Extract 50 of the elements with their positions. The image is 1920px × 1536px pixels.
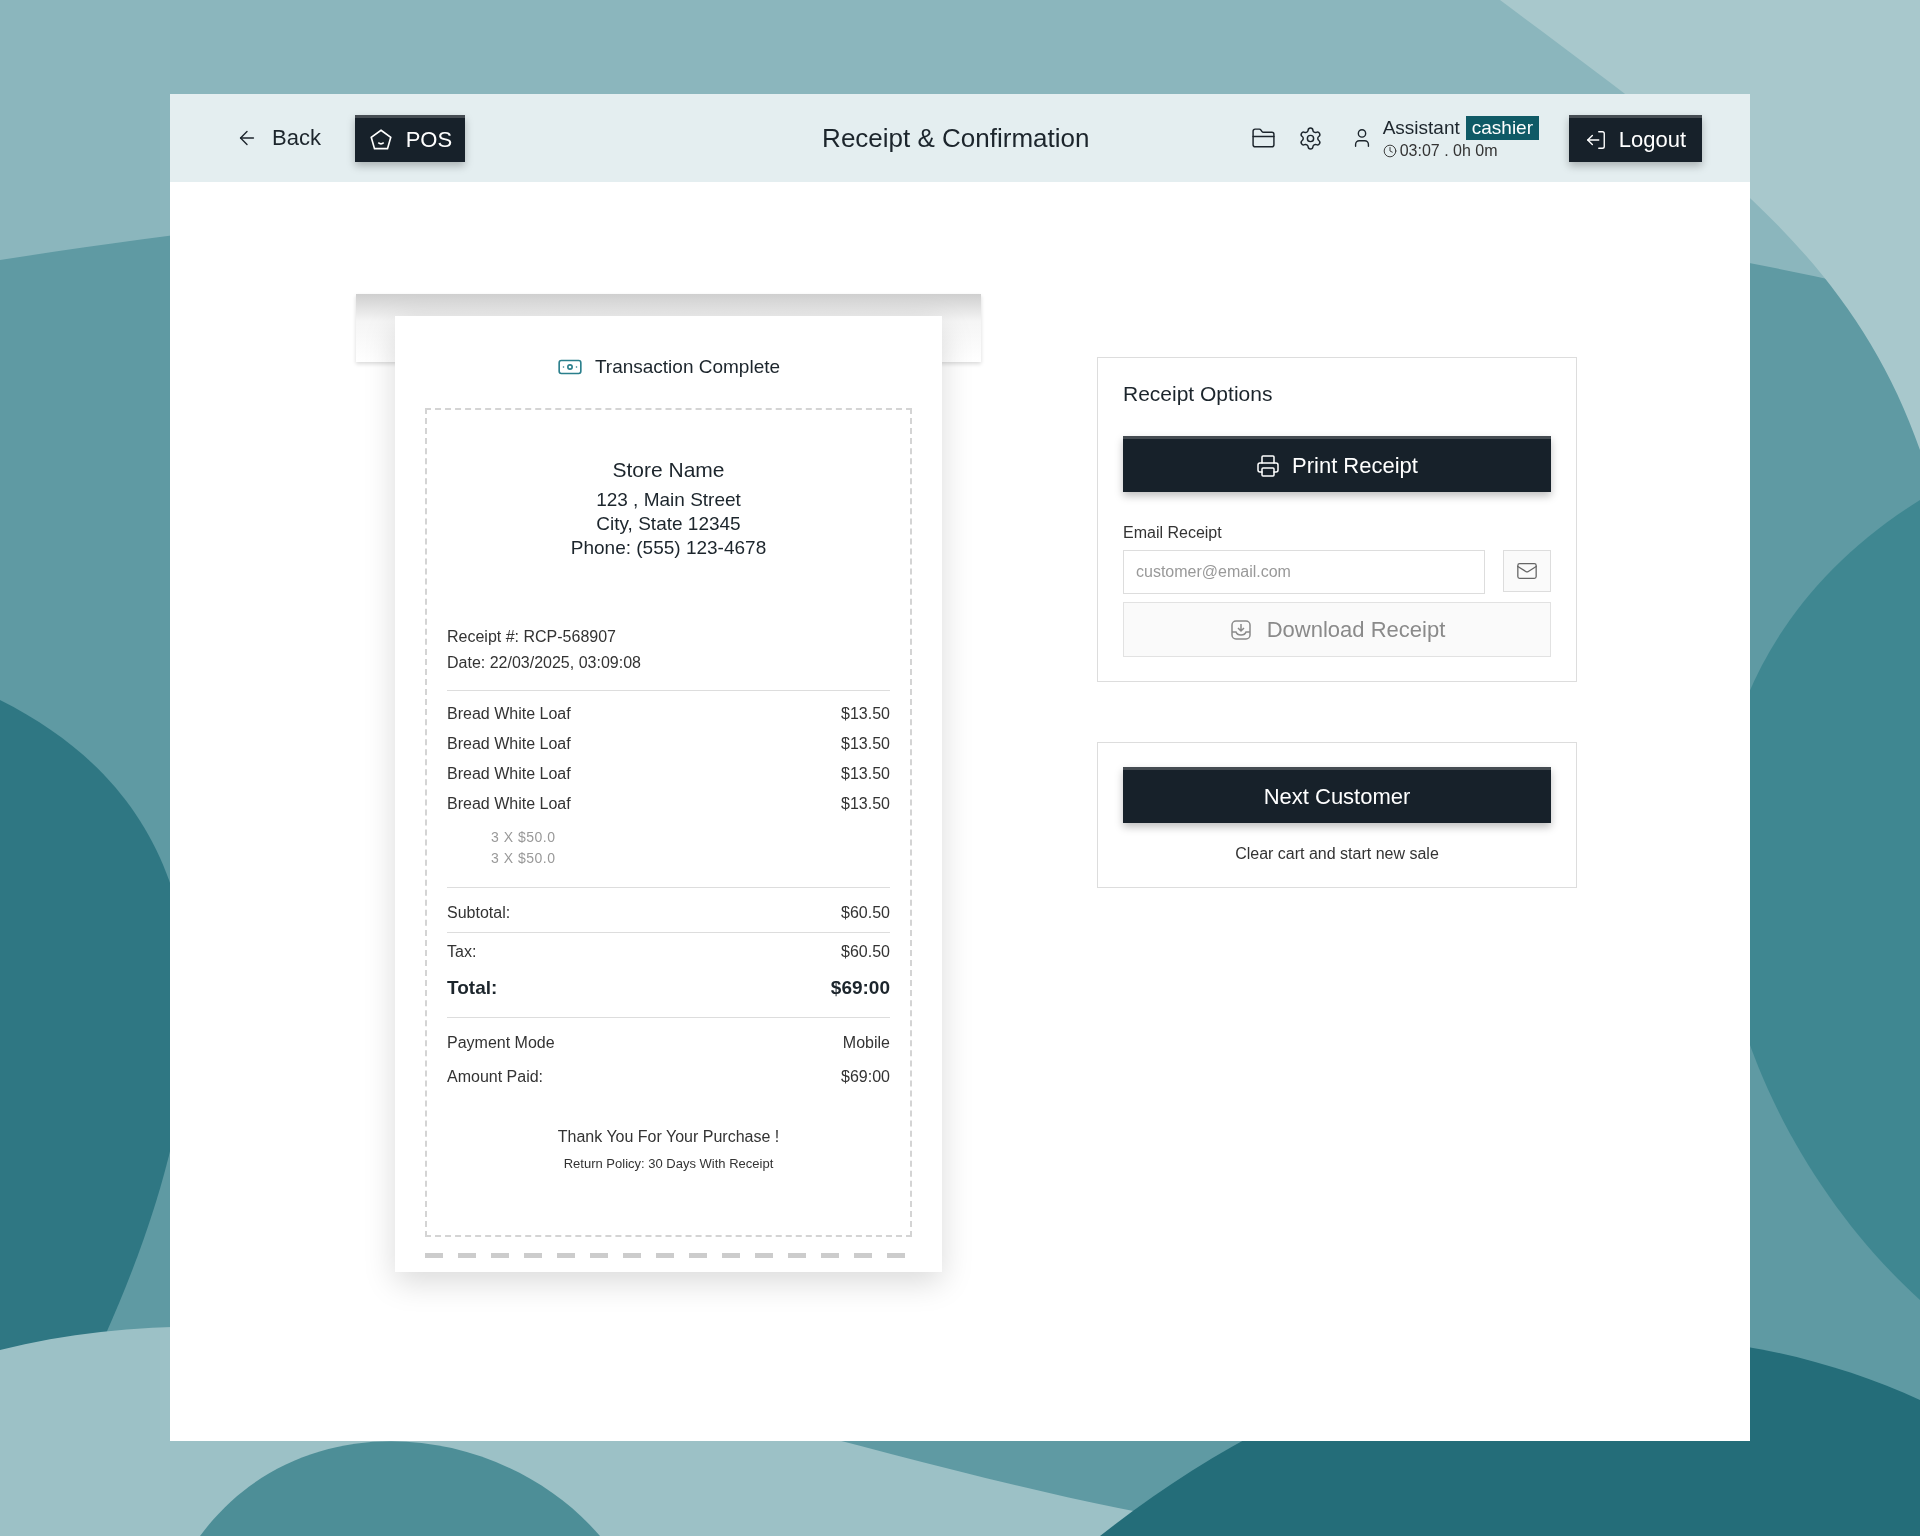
total-value: $69:00 xyxy=(830,976,890,1000)
thank-you-text: Thank You For Your Purchase ! xyxy=(556,1128,781,1146)
printer-icon xyxy=(1256,453,1280,478)
receipt-info: Receipt #: RCP-568907 xyxy=(447,627,617,647)
item-name: Bread White Loaf xyxy=(447,704,571,724)
receipt-info: Date: 22/03/2025, 03:09:08 xyxy=(447,653,642,673)
store-name: Store Name xyxy=(611,458,726,482)
return-policy: Return Policy: 30 Days With Receipt xyxy=(562,1156,775,1171)
item-name: Bread White Loaf xyxy=(447,764,571,784)
settings-icon xyxy=(1297,125,1323,151)
store-address: 123 , Main Street xyxy=(595,488,742,512)
payment-label: Payment Mode xyxy=(447,1033,555,1053)
user-name: Assistant xyxy=(1382,117,1460,139)
total-label: Tax: xyxy=(447,942,477,962)
payment-value: Mobile xyxy=(842,1033,890,1053)
logout-button[interactable]: Logout xyxy=(1569,114,1702,162)
session-time: 03:07 . 0h 0m xyxy=(1399,142,1498,160)
item-name: Bread White Loaf xyxy=(447,734,571,754)
total-value: $60.50 xyxy=(841,903,890,923)
folder-icon xyxy=(1250,125,1276,151)
total-label: Total: xyxy=(447,976,498,1000)
payment-value: $69:00 xyxy=(841,1067,890,1087)
total-value: $60.50 xyxy=(841,942,890,962)
print-button[interactable]: Print Receipt xyxy=(1123,436,1551,492)
email-field[interactable]: customer@email.com xyxy=(1123,550,1485,594)
item-price: $13.50 xyxy=(841,794,890,814)
card-title: Receipt Options xyxy=(1123,382,1274,406)
mail-icon xyxy=(1516,560,1538,582)
page-title: Receipt & Confirmation xyxy=(821,122,1091,154)
clock-icon xyxy=(1382,144,1397,158)
item-price: $13.50 xyxy=(841,734,890,754)
send-email-button[interactable] xyxy=(1503,550,1551,592)
store-address: City, State 12345 xyxy=(595,512,742,536)
role-badge: cashier xyxy=(1465,116,1539,140)
item-price: $13.50 xyxy=(841,764,890,784)
back-link[interactable]: Back xyxy=(232,119,325,157)
pos-button[interactable]: POS xyxy=(354,114,465,162)
logout-icon xyxy=(1584,128,1607,151)
next-customer-button[interactable]: Next Customer xyxy=(1123,767,1551,823)
status-text: Transaction Complete xyxy=(594,356,781,378)
total-label: Subtotal: xyxy=(447,903,511,923)
hint-text: Clear cart and start new sale xyxy=(1234,845,1440,863)
item-quantity: 3 X $50.0 xyxy=(490,849,557,868)
download-icon xyxy=(1228,617,1253,642)
store-address: Phone: (555) 123-4678 xyxy=(569,536,768,560)
field-label: Email Receipt xyxy=(1123,524,1223,542)
item-price: $13.50 xyxy=(841,704,890,724)
payment-label: Amount Paid: xyxy=(447,1067,544,1087)
item-quantity: 3 X $50.0 xyxy=(490,828,557,847)
item-name: Bread White Loaf xyxy=(447,794,571,814)
